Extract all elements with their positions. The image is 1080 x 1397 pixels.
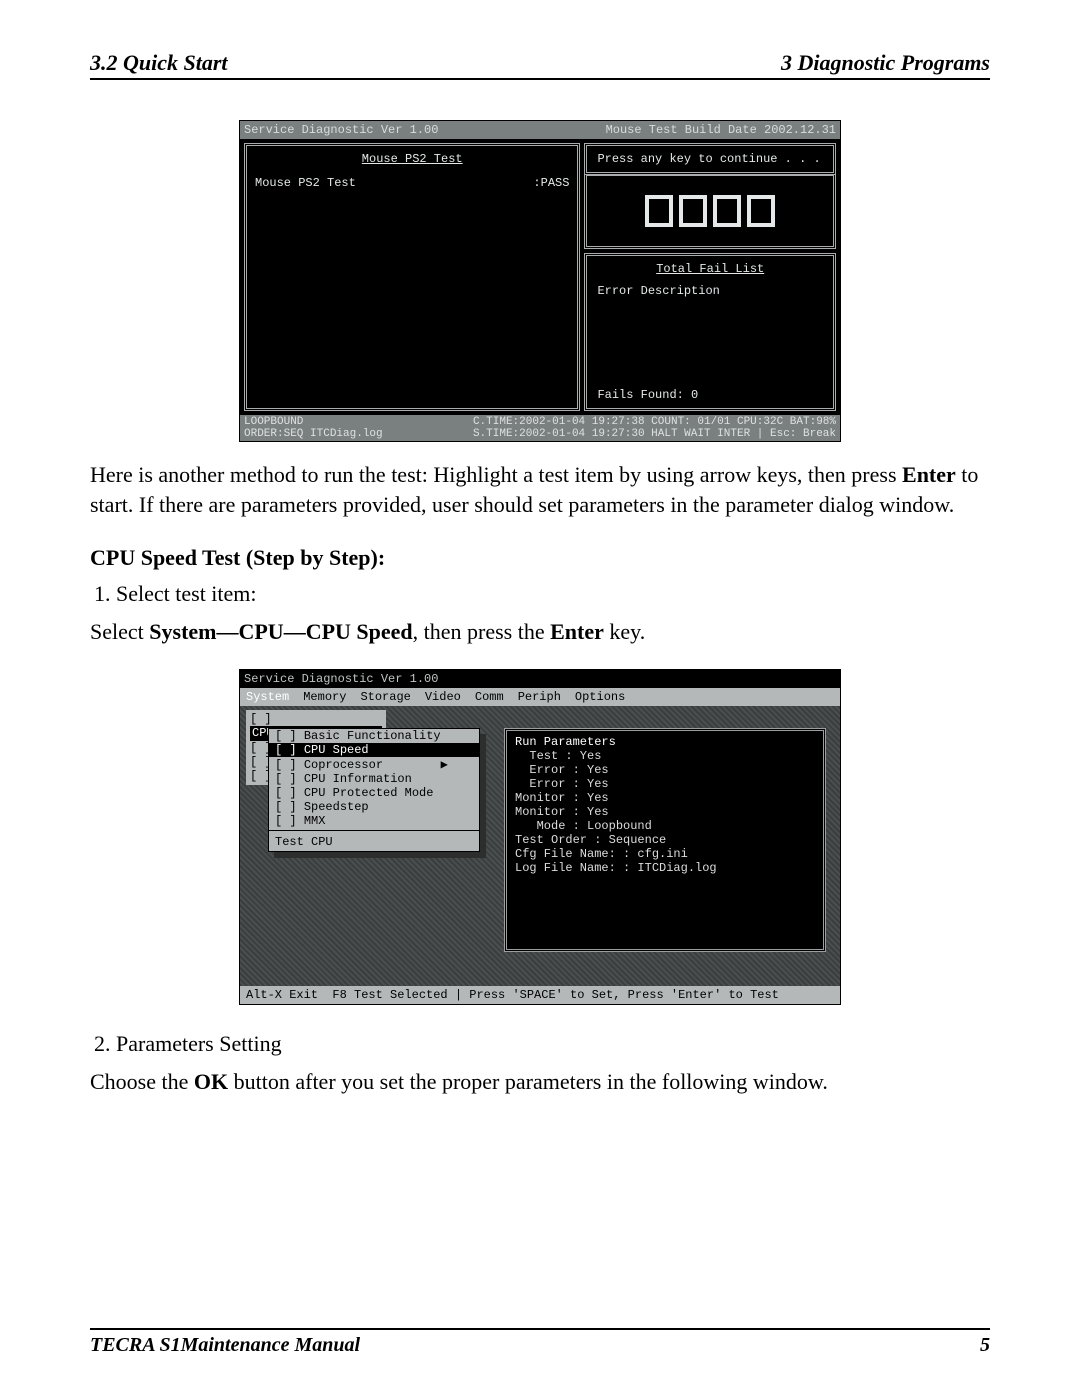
submenu-cpu-speed[interactable]: [ ] CPU Speed [269, 743, 479, 757]
rp-line-4: Monitor : Yes [515, 791, 815, 805]
screenshot-cpu-menu: Service Diagnostic Ver 1.00 System Memor… [239, 669, 841, 1005]
status-order: ORDER:SEQ ITCDiag.log [244, 428, 383, 440]
help-bar: Alt-X Exit F8 Test Selected | Press 'SPA… [240, 986, 840, 1004]
rp-line-5: Monitor : Yes [515, 805, 815, 819]
test-result: :PASS [533, 176, 569, 190]
status-loopbound: LOOPBOUND [244, 416, 303, 428]
pass-graphic-panel [584, 173, 836, 249]
fail-title: Total Fail List [597, 262, 823, 276]
panel-title: Mouse PS2 Test [255, 152, 569, 166]
cpu-speed-title: CPU Speed Test (Step by Step): [90, 545, 990, 571]
header-left: 3.2 Quick Start [90, 50, 228, 76]
run-params-title: Run Parameters [515, 735, 815, 749]
shot2-title: Service Diagnostic Ver 1.00 [240, 670, 840, 688]
submenu-cpu-info[interactable]: [ ] CPU Information [269, 772, 479, 786]
paragraph-method: Here is another method to run the test: … [90, 460, 990, 519]
shot1-title-right: Mouse Test Build Date 2002.12.31 [606, 123, 836, 137]
menubar[interactable]: System Memory Storage Video Comm Periph … [240, 688, 840, 706]
submenu-coprocessor[interactable]: [ ] Coprocessor ▶ [269, 757, 479, 772]
menu-system[interactable]: System [246, 690, 289, 704]
screenshot-mouse-test: Service Diagnostic Ver 1.00 Mouse Test B… [239, 120, 841, 442]
page-footer: TECRA S1Maintenance Manual 5 [90, 1328, 990, 1357]
fail-count: Fails Found: 0 [597, 388, 823, 402]
rp-line-0: Test : Yes [515, 749, 815, 763]
step-2: Parameters Setting [116, 1031, 990, 1057]
arrow-right-icon: ▶ [441, 758, 448, 772]
fail-header: Error Description [597, 284, 823, 298]
submenu-basic-func[interactable]: [ ] Basic Functionality [269, 729, 479, 743]
shot1-titlebar: Service Diagnostic Ver 1.00 Mouse Test B… [240, 121, 840, 139]
status-bar: LOOPBOUND C.TIME:2002-01-04 19:27:38 COU… [240, 415, 840, 441]
page-header: 3.2 Quick Start 3 Diagnostic Programs [90, 50, 990, 80]
paragraph-ok: Choose the OK button after you set the p… [90, 1067, 990, 1097]
menu-comm[interactable]: Comm [475, 690, 504, 704]
status-stime: S.TIME:2002-01-04 19:27:30 HALT WAIT INT… [473, 428, 836, 440]
fail-list-panel: Total Fail List Error Description Fails … [584, 253, 836, 411]
menu-periph[interactable]: Periph [518, 690, 561, 704]
menu-memory[interactable]: Memory [303, 690, 346, 704]
menu-storage[interactable]: Storage [360, 690, 410, 704]
footer-left: TECRA S1Maintenance Manual [90, 1334, 360, 1357]
test-result-panel: Mouse PS2 Test Mouse PS2 Test :PASS [244, 143, 580, 411]
enter-key: Enter [902, 462, 956, 487]
press-key-dialog[interactable]: Press any key to continue . . . [584, 143, 836, 175]
submenu-mmx[interactable]: [ ] MMX [269, 814, 479, 828]
step-1: Select test item: [116, 581, 990, 607]
shot1-title-left: Service Diagnostic Ver 1.00 [244, 123, 438, 137]
pass-glyph [645, 195, 775, 227]
run-parameters-panel: Run Parameters Test : Yes Error : Yes Er… [504, 728, 826, 952]
dialog-message: Press any key to continue . . . [597, 152, 820, 166]
rp-line-10: Cfg File Name: : cfg.ini [515, 847, 815, 861]
rp-line-11: Log File Name: : ITCDiag.log [515, 861, 815, 875]
menu-video[interactable]: Video [425, 690, 461, 704]
rp-line-2: Error : Yes [515, 777, 815, 791]
rp-line-8: Test Order : Sequence [515, 833, 815, 847]
submenu-cpu-protected[interactable]: [ ] CPU Protected Mode [269, 786, 479, 800]
footer-page-number: 5 [980, 1334, 990, 1357]
submenu-speedstep[interactable]: [ ] Speedstep [269, 800, 479, 814]
test-name: Mouse PS2 Test [255, 176, 356, 190]
submenu-hint: Test CPU [269, 833, 479, 851]
rp-line-1: Error : Yes [515, 763, 815, 777]
ok-button-ref: OK [194, 1069, 228, 1094]
header-right: 3 Diagnostic Programs [781, 50, 990, 76]
cpu-submenu[interactable]: [ ] Basic Functionality [ ] CPU Speed [ … [268, 728, 480, 852]
rp-line-7: Mode : Loopbound [515, 819, 815, 833]
menu-options[interactable]: Options [575, 690, 625, 704]
select-instruction: Select System—CPU—CPU Speed, then press … [90, 617, 990, 647]
status-ctime: C.TIME:2002-01-04 19:27:38 COUNT: 01/01 … [473, 416, 836, 428]
